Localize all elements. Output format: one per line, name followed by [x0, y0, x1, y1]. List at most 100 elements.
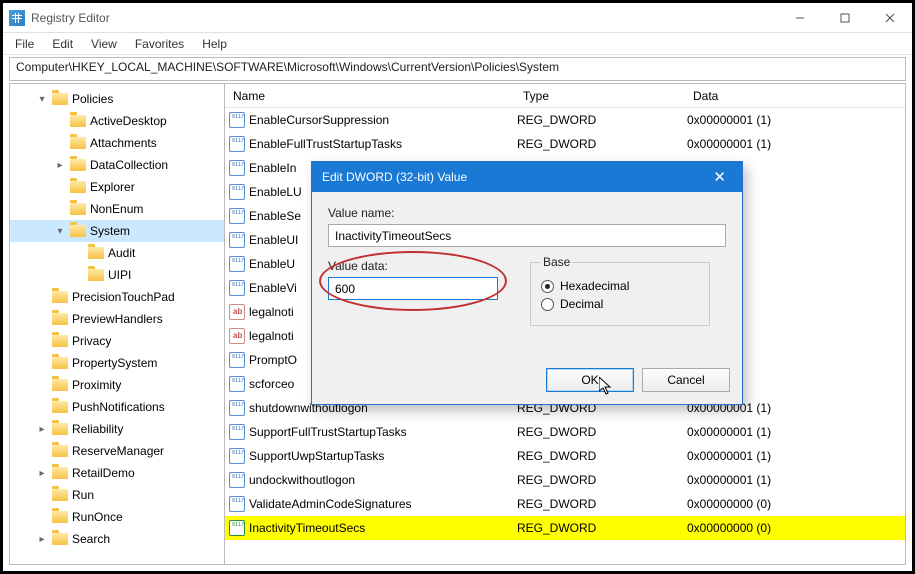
menu-file[interactable]: File	[7, 35, 42, 53]
tree-item-proximity[interactable]: Proximity	[10, 374, 224, 396]
tree-item-label: Audit	[108, 246, 135, 260]
value-data: 0x00000001 (1)	[685, 449, 905, 463]
chevron-icon[interactable]: ▸	[54, 160, 66, 171]
radio-hex-label: Hexadecimal	[560, 279, 629, 293]
radio-icon	[541, 298, 554, 311]
tree-item-propertysystem[interactable]: PropertySystem	[10, 352, 224, 374]
folder-icon	[70, 225, 86, 237]
value-row[interactable]: ValidateAdminCodeSignaturesREG_DWORD0x00…	[225, 492, 905, 516]
value-data-label: Value data:	[328, 259, 498, 273]
minimize-button[interactable]	[777, 3, 822, 33]
tree-item-label: ActiveDesktop	[90, 114, 167, 128]
radio-hexadecimal[interactable]: Hexadecimal	[541, 279, 699, 293]
tree-item-runonce[interactable]: RunOnce	[10, 506, 224, 528]
value-row[interactable]: InactivityTimeoutSecsREG_DWORD0x00000000…	[225, 516, 905, 540]
tree-item-explorer[interactable]: Explorer	[10, 176, 224, 198]
dword-value-icon	[229, 400, 245, 416]
dword-value-icon	[229, 472, 245, 488]
chevron-icon[interactable]: ▸	[36, 468, 48, 479]
tree-item-uipi[interactable]: UIPI	[10, 264, 224, 286]
value-name: scforceo	[249, 377, 294, 391]
tree-item-reliability[interactable]: ▸Reliability	[10, 418, 224, 440]
tree-item-pushnotifications[interactable]: PushNotifications	[10, 396, 224, 418]
dialog-close-button[interactable]: ✕	[707, 168, 732, 186]
close-button[interactable]	[867, 3, 912, 33]
value-row[interactable]: EnableCursorSuppressionREG_DWORD0x000000…	[225, 108, 905, 132]
chevron-icon[interactable]: ▸	[36, 424, 48, 435]
tree-item-system[interactable]: ▾ System	[10, 220, 224, 242]
folder-icon	[52, 533, 68, 545]
chevron-icon[interactable]: ▾	[54, 226, 66, 237]
value-type: REG_DWORD	[515, 473, 685, 487]
menu-view[interactable]: View	[83, 35, 125, 53]
maximize-button[interactable]	[822, 3, 867, 33]
tree-item-policies[interactable]: ▾Policies	[10, 88, 224, 110]
dword-value-icon	[229, 520, 245, 536]
titlebar: Registry Editor	[3, 3, 912, 33]
value-name: EnableU	[249, 257, 295, 271]
string-value-icon	[229, 328, 245, 344]
value-row[interactable]: undockwithoutlogonREG_DWORD0x00000001 (1…	[225, 468, 905, 492]
tree-item-retaildemo[interactable]: ▸ RetailDemo	[10, 462, 224, 484]
value-name-field[interactable]	[328, 224, 726, 247]
ok-button[interactable]: OK	[546, 368, 634, 392]
value-name: EnableSe	[249, 209, 301, 223]
value-name: legalnoti	[249, 329, 294, 343]
value-data: 0x00000001 (1)	[685, 425, 905, 439]
tree-item-nonenum[interactable]: NonEnum	[10, 198, 224, 220]
value-data-field[interactable]	[328, 277, 498, 300]
value-name: EnableCursorSuppression	[249, 113, 389, 127]
tree-view[interactable]: ▾Policies ActiveDesktop Attachments▸DataCo…	[10, 84, 225, 564]
chevron-icon[interactable]: ▾	[36, 94, 48, 105]
cancel-button[interactable]: Cancel	[642, 368, 730, 392]
value-data: 0x00000001 (1)	[685, 137, 905, 151]
regedit-icon	[9, 10, 25, 26]
menu-favorites[interactable]: Favorites	[127, 35, 192, 53]
folder-icon	[52, 489, 68, 501]
col-name-header[interactable]: Name	[225, 89, 515, 103]
dword-value-icon	[229, 232, 245, 248]
value-row[interactable]: SupportUwpStartupTasksREG_DWORD0x0000000…	[225, 444, 905, 468]
col-type-header[interactable]: Type	[515, 89, 685, 103]
folder-icon	[52, 335, 68, 347]
tree-item-datacollection[interactable]: ▸DataCollection	[10, 154, 224, 176]
tree-item-search[interactable]: ▸ Search	[10, 528, 224, 550]
value-row[interactable]: EnableFullTrustStartupTasksREG_DWORD0x00…	[225, 132, 905, 156]
value-name: EnableUI	[249, 233, 298, 247]
menu-help[interactable]: Help	[194, 35, 235, 53]
tree-item-label: Privacy	[72, 334, 111, 348]
tree-item-label: RunOnce	[72, 510, 123, 524]
chevron-icon[interactable]: ▸	[36, 534, 48, 545]
dialog-titlebar: Edit DWORD (32-bit) Value ✕	[312, 162, 742, 192]
value-name: undockwithoutlogon	[249, 473, 355, 487]
menu-edit[interactable]: Edit	[44, 35, 81, 53]
tree-item-audit[interactable]: Audit	[10, 242, 224, 264]
dword-value-icon	[229, 256, 245, 272]
tree-item-attachments[interactable]: Attachments	[10, 132, 224, 154]
tree-item-label: Search	[72, 532, 110, 546]
tree-item-label: PrecisionTouchPad	[72, 290, 175, 304]
tree-item-label: NonEnum	[90, 202, 143, 216]
tree-item-precisiontouchpad[interactable]: PrecisionTouchPad	[10, 286, 224, 308]
col-data-header[interactable]: Data	[685, 89, 905, 103]
tree-item-reservemanager[interactable]: ReserveManager	[10, 440, 224, 462]
address-bar[interactable]: Computer\HKEY_LOCAL_MACHINE\SOFTWARE\Mic…	[9, 57, 906, 81]
tree-item-run[interactable]: Run	[10, 484, 224, 506]
dword-value-icon	[229, 376, 245, 392]
edit-dword-dialog: Edit DWORD (32-bit) Value ✕ Value name: …	[311, 161, 743, 405]
value-type: REG_DWORD	[515, 497, 685, 511]
value-name: EnableLU	[249, 185, 302, 199]
tree-item-label: PropertySystem	[72, 356, 157, 370]
value-name-label: Value name:	[328, 206, 726, 220]
tree-item-privacy[interactable]: Privacy	[10, 330, 224, 352]
radio-decimal[interactable]: Decimal	[541, 297, 699, 311]
tree-item-activedesktop[interactable]: ActiveDesktop	[10, 110, 224, 132]
folder-icon	[52, 445, 68, 457]
value-type: REG_DWORD	[515, 113, 685, 127]
folder-icon	[52, 357, 68, 369]
tree-item-label: System	[90, 224, 130, 238]
value-row[interactable]: SupportFullTrustStartupTasksREG_DWORD0x0…	[225, 420, 905, 444]
value-name: EnableVi	[249, 281, 297, 295]
tree-item-previewhandlers[interactable]: PreviewHandlers	[10, 308, 224, 330]
tree-item-label: RetailDemo	[72, 466, 135, 480]
